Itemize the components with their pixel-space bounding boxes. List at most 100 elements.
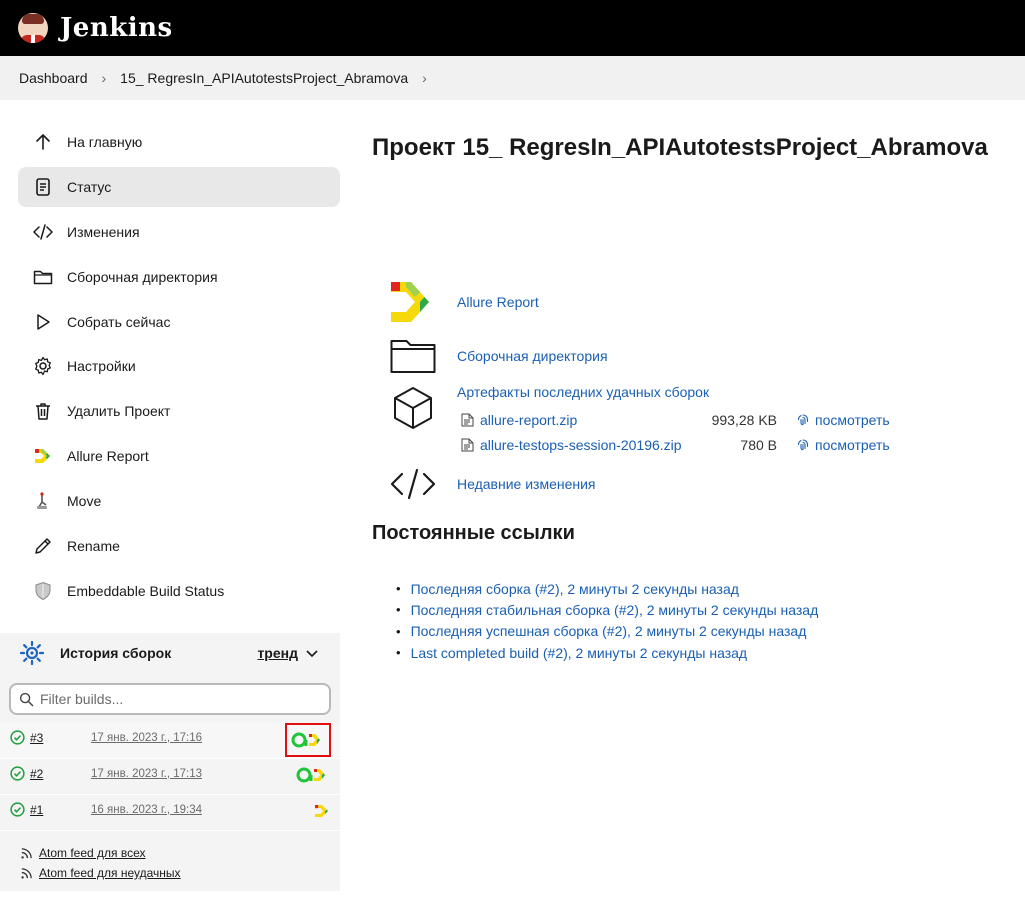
sidebar-item-rename[interactable]: Rename <box>18 526 340 566</box>
folder-icon <box>33 267 53 287</box>
build-row[interactable]: #2 17 янв. 2023 г., 17:13 <box>0 759 340 795</box>
artifact-row: allure-report.zip 993,28 KB посмотреть <box>457 407 890 432</box>
file-icon <box>461 438 474 451</box>
fingerprint-icon <box>797 413 809 425</box>
breadcrumb-dashboard[interactable]: Dashboard <box>19 70 88 86</box>
artifact-row: allure-testops-session-20196.zip 780 B п… <box>457 432 890 457</box>
sidebar-item-status[interactable]: Статус <box>18 166 340 207</box>
brand-name[interactable]: Jenkins <box>60 13 173 43</box>
allure-testops-badge-icon[interactable] <box>296 766 330 784</box>
sidebar-item-label: Move <box>67 493 102 510</box>
code-icon <box>390 462 436 506</box>
recent-changes-row: Недавние изменения <box>390 462 990 506</box>
build-history-header: История сборок тренд <box>0 633 340 673</box>
atom-feed-all-link[interactable]: Atom feed для всех <box>39 846 146 860</box>
project-links: Allure Report Сборочная директория Артеф… <box>390 280 990 506</box>
permalink-last-successful[interactable]: Последняя успешная сборка (#2), 2 минуты… <box>411 623 807 639</box>
recent-changes-link[interactable]: Недавние изменения <box>457 476 596 492</box>
allure-badge-icon[interactable] <box>314 803 330 819</box>
build-row[interactable]: #3 17 янв. 2023 г., 17:16 <box>0 723 340 759</box>
artifact-name-link[interactable]: allure-testops-session-20196.zip <box>480 437 695 453</box>
sidebar-item-label: Rename <box>67 538 120 555</box>
document-icon <box>33 177 53 197</box>
search-icon <box>19 692 34 706</box>
sidebar-item-delete[interactable]: Удалить Проект <box>18 391 340 431</box>
build-row[interactable]: #1 16 янв. 2023 г., 19:34 <box>0 795 340 831</box>
rss-icon <box>21 867 32 879</box>
build-number-link[interactable]: #1 <box>30 803 91 817</box>
permalinks-heading: Постоянные ссылки <box>372 522 575 544</box>
trash-icon <box>33 401 53 421</box>
sidebar-item-changes[interactable]: Изменения <box>18 212 340 252</box>
sidebar-item-label: Embeddable Build Status <box>67 582 225 599</box>
artifact-view-link[interactable]: посмотреть <box>815 437 890 453</box>
sidebar-item-label: Сборочная директория <box>67 268 218 285</box>
artifacts-section: Артефакты последних удачных сборок allur… <box>390 384 990 457</box>
list-item: Last completed build (#2), 2 минуты 2 се… <box>396 642 818 663</box>
build-history-panel: История сборок тренд #3 17 янв. 2023 г.,… <box>0 633 340 891</box>
chevron-right-icon: › <box>101 70 107 86</box>
sidebar-item-label: Allure Report <box>67 448 149 465</box>
move-icon <box>33 491 53 511</box>
atom-feed-failed-link[interactable]: Atom feed для неудачных <box>39 866 181 880</box>
sidebar-item-label: Настройки <box>67 358 136 375</box>
gear-icon <box>33 356 53 376</box>
filter-builds-field[interactable] <box>9 683 331 715</box>
build-date-link[interactable]: 17 янв. 2023 г., 17:16 <box>91 732 202 744</box>
artifact-size: 780 B <box>740 436 777 453</box>
pencil-icon <box>33 536 53 556</box>
allure-testops-badge-icon[interactable] <box>291 731 325 749</box>
chevron-right-icon[interactable]: › <box>422 70 427 86</box>
sidebar-item-label: Статус <box>67 178 112 195</box>
build-badges-highlight <box>285 723 331 757</box>
sidebar-item-allure[interactable]: Allure Report <box>18 436 340 476</box>
build-date-link[interactable]: 16 янв. 2023 г., 19:34 <box>91 804 202 816</box>
chevron-down-icon[interactable] <box>306 647 318 659</box>
sidebar-item-embeddable-status[interactable]: Embeddable Build Status <box>18 571 340 611</box>
sidebar-item-home[interactable]: На главную <box>18 122 340 162</box>
play-icon <box>33 312 53 332</box>
shield-icon <box>33 581 53 601</box>
artifacts-link[interactable]: Артефакты последних удачных сборок <box>457 384 709 400</box>
sidebar-item-label: На главную <box>67 134 143 150</box>
success-check-icon <box>10 766 25 781</box>
build-badges <box>296 801 330 821</box>
build-number-link[interactable]: #2 <box>30 767 91 781</box>
allure-report-row: Allure Report <box>390 280 990 324</box>
code-icon <box>33 222 53 242</box>
artifact-size: 993,28 KB <box>711 411 777 428</box>
allure-icon <box>33 446 53 466</box>
breadcrumb-project[interactable]: 15_ RegresIn_APIAutotestsProject_Abramov… <box>120 70 408 86</box>
sidebar-item-label: Собрать сейчас <box>67 313 171 330</box>
permalink-last-build[interactable]: Последняя сборка (#2), 2 минуты 2 секунд… <box>411 581 739 597</box>
sidebar-item-build-now[interactable]: Собрать сейчас <box>18 302 340 342</box>
sidebar-item-move[interactable]: Move <box>18 481 340 521</box>
permalink-last-stable[interactable]: Последняя стабильная сборка (#2), 2 мину… <box>411 602 819 618</box>
allure-report-link[interactable]: Allure Report <box>457 294 539 310</box>
filter-builds-input[interactable] <box>40 691 329 707</box>
artifacts-table: allure-report.zip 993,28 KB посмотреть a… <box>457 407 890 457</box>
feed-failed: Atom feed для неудачных <box>20 863 340 883</box>
sidebar-item-label: Изменения <box>67 223 140 240</box>
jenkins-logo-icon[interactable] <box>18 13 48 43</box>
arrow-up-icon <box>33 132 53 152</box>
package-icon <box>390 386 436 430</box>
permalink-last-completed[interactable]: Last completed build (#2), 2 минуты 2 се… <box>411 645 748 661</box>
workspace-link[interactable]: Сборочная директория <box>457 348 608 364</box>
sidebar-item-workspace[interactable]: Сборочная директория <box>18 257 340 297</box>
build-date-link[interactable]: 17 янв. 2023 г., 17:13 <box>91 768 202 780</box>
build-number-link[interactable]: #3 <box>30 731 91 745</box>
sidebar-item-configure[interactable]: Настройки <box>18 346 340 386</box>
trend-link[interactable]: тренд <box>257 645 298 661</box>
atom-feeds: Atom feed для всех Atom feed для неудачн… <box>0 831 340 883</box>
file-icon <box>461 413 474 426</box>
artifact-view-link[interactable]: посмотреть <box>815 412 890 428</box>
sidebar-item-label: Удалить Проект <box>67 403 171 420</box>
list-item: Последняя сборка (#2), 2 минуты 2 секунд… <box>396 578 818 599</box>
allure-icon <box>390 280 436 324</box>
build-badges <box>296 765 330 785</box>
feed-all: Atom feed для всех <box>20 843 340 863</box>
folder-icon <box>390 334 436 378</box>
artifact-name-link[interactable]: allure-report.zip <box>480 412 695 428</box>
build-history-icon <box>20 641 44 665</box>
